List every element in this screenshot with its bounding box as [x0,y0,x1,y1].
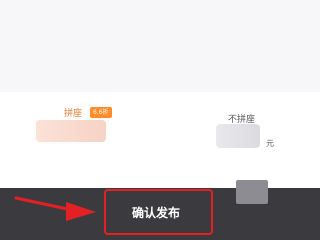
option-shared-ride[interactable]: 拼座 6.6折 [0,92,160,188]
price-suffix: 元 [266,139,274,148]
confirm-publish-button[interactable]: 确认发布 [104,189,213,235]
arrow-right-icon [14,196,96,221]
shared-ride-label: 拼座 [64,109,83,119]
option-solo-ride[interactable]: 不拼座 元 [160,92,320,188]
shared-ride-price-redacted [36,120,106,142]
upper-content-area [0,0,320,92]
redacted-block [236,180,268,204]
solo-ride-price-redacted [216,124,260,148]
ride-options-panel: 拼座 6.6折 不拼座 元 [0,92,320,232]
discount-badge: 6.6折 [90,107,112,118]
